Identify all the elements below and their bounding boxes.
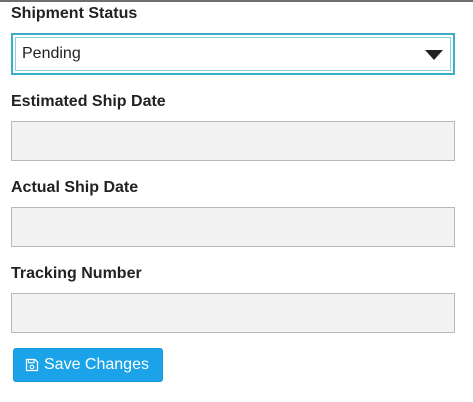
save-changes-button[interactable]: Save Changes: [13, 348, 163, 382]
shipment-status-selected-value: Pending: [22, 45, 81, 62]
shipment-status-select[interactable]: Pending: [11, 33, 455, 75]
estimated-ship-date-input[interactable]: [11, 121, 455, 161]
save-changes-label: Save Changes: [44, 356, 149, 373]
save-icon: [25, 358, 39, 372]
tracking-number-label: Tracking Number: [11, 265, 142, 282]
tracking-number-input[interactable]: [11, 293, 455, 333]
caret-down-icon: [425, 50, 443, 60]
actual-ship-date-label: Actual Ship Date: [11, 179, 139, 196]
actual-ship-date-input[interactable]: [11, 207, 455, 247]
shipment-status-label: Shipment Status: [11, 5, 138, 22]
estimated-ship-date-label: Estimated Ship Date: [11, 93, 166, 110]
top-divider: [0, 0, 474, 2]
